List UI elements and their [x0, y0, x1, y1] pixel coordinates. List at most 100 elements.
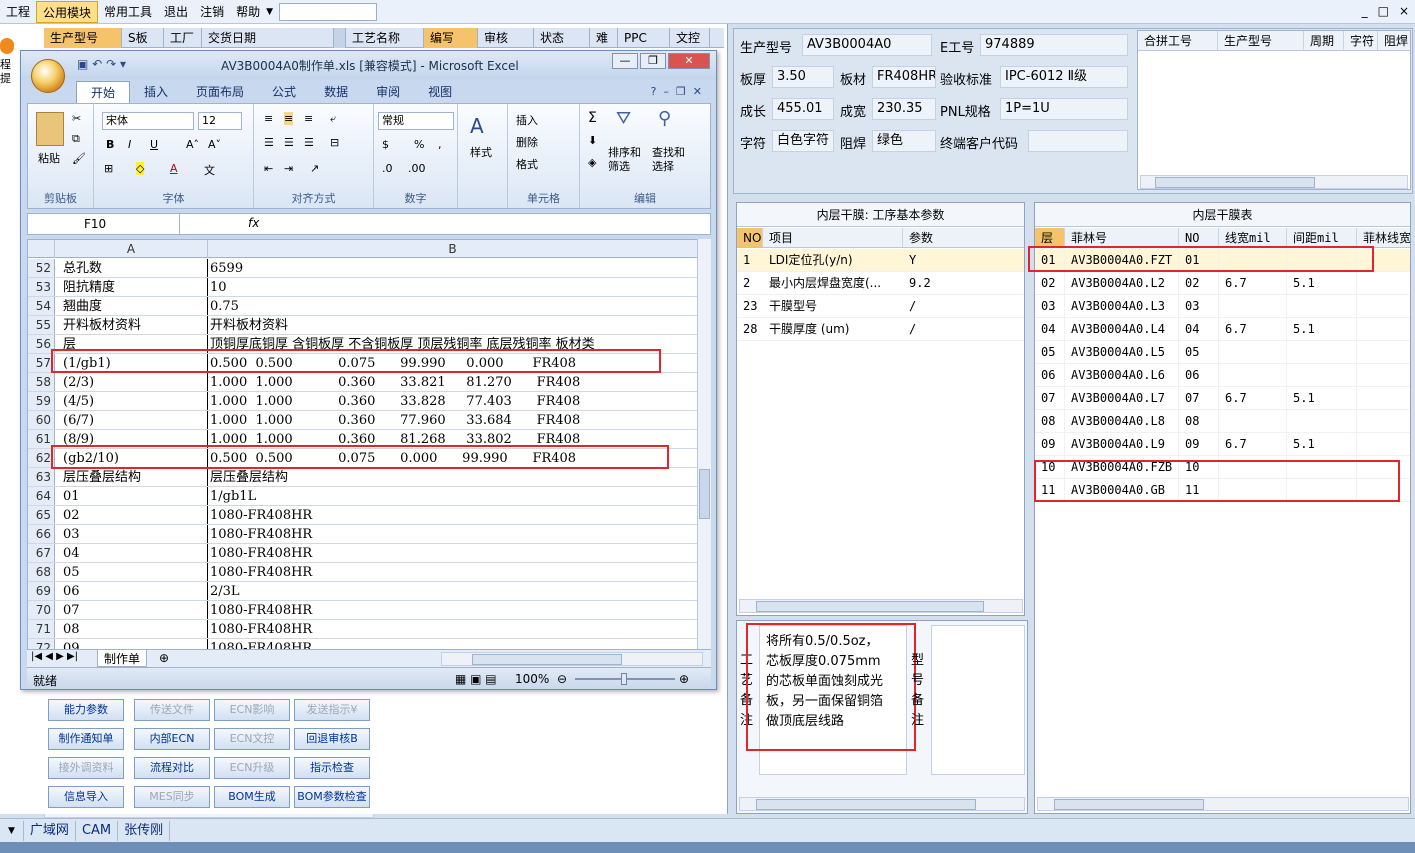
wrap-text-icon[interactable]: ⤶ — [330, 112, 336, 126]
action-button[interactable]: ECN升级 — [214, 757, 290, 779]
field-model[interactable]: AV3B0004A0 — [802, 34, 932, 56]
row-header[interactable]: 54 — [28, 297, 55, 315]
hscroll-thumb[interactable] — [1054, 799, 1204, 810]
qat-dropdown-icon[interactable]: ▾ — [120, 57, 126, 71]
film-col-layer[interactable]: 层 — [1035, 228, 1065, 247]
find-select-label[interactable]: 查找和 选择 — [652, 146, 685, 174]
cell-a[interactable]: 层压叠层结构 — [55, 468, 208, 486]
status-cam[interactable]: CAM — [74, 820, 117, 841]
fx-icon[interactable]: fx — [248, 216, 259, 230]
menu-project[interactable]: 工程 — [0, 1, 36, 23]
cell-b[interactable]: 1080-FR408HR — [208, 525, 710, 543]
cell-b[interactable]: 10 — [208, 278, 710, 296]
tab-formulas[interactable]: 公式 — [258, 81, 310, 103]
film-row[interactable]: 08 AV3B0004A0.L8 08 — [1035, 410, 1410, 433]
cell-a[interactable]: 03 — [55, 525, 208, 543]
cell-b[interactable]: 1080-FR408HR — [208, 563, 710, 581]
excel-minimize-icon[interactable]: — — [612, 53, 638, 69]
format-painter-icon[interactable]: 🖌 — [72, 152, 86, 165]
excel-close-icon[interactable]: ✕ — [668, 53, 710, 69]
menu-overflow-icon[interactable]: ▼ — [266, 7, 273, 17]
field-pnl[interactable]: 1P=1U — [1000, 98, 1128, 120]
row-header[interactable]: 59 — [28, 392, 55, 410]
action-button[interactable]: ECN文控 — [214, 728, 290, 750]
hscroll-thumb[interactable] — [756, 799, 976, 810]
menu-logout[interactable]: 注销 — [194, 1, 230, 23]
bg-col-process[interactable]: 工艺名称 — [346, 28, 424, 48]
action-button[interactable]: BOM生成 — [214, 786, 290, 808]
autosum-icon[interactable]: Σ — [588, 110, 597, 126]
film-row[interactable]: 07 AV3B0004A0.L7 07 6.7 5.1 — [1035, 387, 1410, 410]
status-user[interactable]: 张传刚 — [117, 820, 169, 841]
zoom-in-icon[interactable]: ⊕ — [679, 672, 689, 686]
tab-review[interactable]: 审阅 — [362, 81, 414, 103]
merge-col[interactable]: 合拼工号 — [1138, 31, 1218, 50]
tab-data[interactable]: 数据 — [310, 81, 362, 103]
field-width[interactable]: 230.35 — [872, 98, 936, 120]
phonetic-icon[interactable]: 文 — [204, 162, 215, 178]
action-button[interactable]: 流程对比 — [134, 757, 210, 779]
taskbar-dropdown-icon[interactable]: ▼ — [0, 826, 23, 836]
bg-col-factory[interactable]: 工厂 — [164, 28, 202, 48]
cell-a[interactable]: 总孔数 — [55, 259, 208, 277]
restore-icon[interactable]: □ — [1378, 4, 1389, 18]
row-header[interactable]: 52 — [28, 259, 55, 277]
tab-page-layout[interactable]: 页面布局 — [182, 81, 258, 103]
cell-a[interactable]: 翘曲度 — [55, 297, 208, 315]
increase-indent-icon[interactable]: ⇥ — [284, 162, 293, 175]
copy-icon[interactable]: ⧉ — [72, 132, 80, 146]
borders-icon[interactable]: ⊞ — [104, 162, 113, 175]
name-box[interactable]: F10 — [28, 214, 180, 234]
bg-col-ppc[interactable]: PPC — [618, 28, 670, 48]
align-top-icon[interactable]: ≡ — [264, 112, 273, 125]
find-select-icon[interactable]: ⚲ — [658, 108, 671, 129]
sort-filter-icon[interactable]: ⛛ — [616, 108, 631, 129]
menu-public-module[interactable]: 公用模块 — [36, 0, 99, 23]
cell-b[interactable]: 0.75 — [208, 297, 710, 315]
action-button[interactable]: 制作通知单 — [48, 728, 124, 750]
film-row[interactable]: 04 AV3B0004A0.L4 04 6.7 5.1 — [1035, 318, 1410, 341]
vertical-scrollbar[interactable] — [697, 239, 711, 659]
orientation-icon[interactable]: ↗ — [310, 162, 319, 175]
film-col-no[interactable]: NO — [1179, 228, 1219, 247]
row-header[interactable]: 63 — [28, 468, 55, 486]
action-button[interactable]: 回退审核B — [294, 728, 370, 750]
zoom-out-icon[interactable]: ⊖ — [557, 672, 567, 686]
view-buttons[interactable]: ▦ ▣ ▤ — [455, 672, 497, 686]
select-all-corner[interactable] — [28, 240, 55, 258]
increase-decimal-icon[interactable]: .0 — [382, 162, 393, 175]
underline-icon[interactable]: U — [150, 138, 158, 151]
action-button[interactable]: 发送指示¥ — [294, 699, 370, 721]
bg-col-difficulty[interactable]: 难 — [590, 28, 618, 48]
merge-col[interactable]: 字符 — [1344, 31, 1378, 50]
bold-icon[interactable]: B — [106, 138, 114, 151]
field-material[interactable]: FR408HR — [872, 66, 936, 88]
cell-a[interactable]: (2/3) — [55, 373, 208, 391]
action-button[interactable]: 能力参数 — [48, 699, 124, 721]
zoom-slider-thumb[interactable] — [621, 673, 627, 685]
excel-restore-icon[interactable]: ❐ — [640, 53, 666, 69]
row-header[interactable]: 69 — [28, 582, 55, 600]
cell-a[interactable]: 04 — [55, 544, 208, 562]
close-icon[interactable]: × — [1399, 4, 1409, 18]
cell-a[interactable]: 02 — [55, 506, 208, 524]
cell-b[interactable]: 1080-FR408HR — [208, 544, 710, 562]
shrink-font-icon[interactable]: A˅ — [208, 138, 221, 151]
cell-a[interactable]: 05 — [55, 563, 208, 581]
cut-icon[interactable]: ✂ — [72, 112, 81, 125]
film-row[interactable]: 09 AV3B0004A0.L9 09 6.7 5.1 — [1035, 433, 1410, 456]
zoom-level[interactable]: 100% — [515, 672, 549, 686]
menu-exit[interactable]: 退出 — [158, 1, 194, 23]
align-bottom-icon[interactable]: ≡ — [304, 112, 313, 125]
help-icon[interactable]: ? — [651, 85, 657, 98]
merge-col[interactable]: 周期 — [1304, 31, 1344, 50]
fill-color-icon[interactable]: ◇ — [136, 162, 145, 175]
cell-b[interactable]: 1.000 1.000 0.360 33.821 81.270 FR408 — [208, 373, 710, 391]
cell-a[interactable]: (4/5) — [55, 392, 208, 410]
decrease-indent-icon[interactable]: ⇤ — [264, 162, 273, 175]
field-thickness[interactable]: 3.50 — [772, 66, 834, 88]
merge-hscroll[interactable] — [1140, 175, 1408, 189]
film-row[interactable]: 02 AV3B0004A0.L2 02 6.7 5.1 — [1035, 272, 1410, 295]
film-col-linewidth[interactable]: 线宽mil — [1219, 228, 1287, 247]
decrease-decimal-icon[interactable]: .00 — [408, 162, 426, 175]
